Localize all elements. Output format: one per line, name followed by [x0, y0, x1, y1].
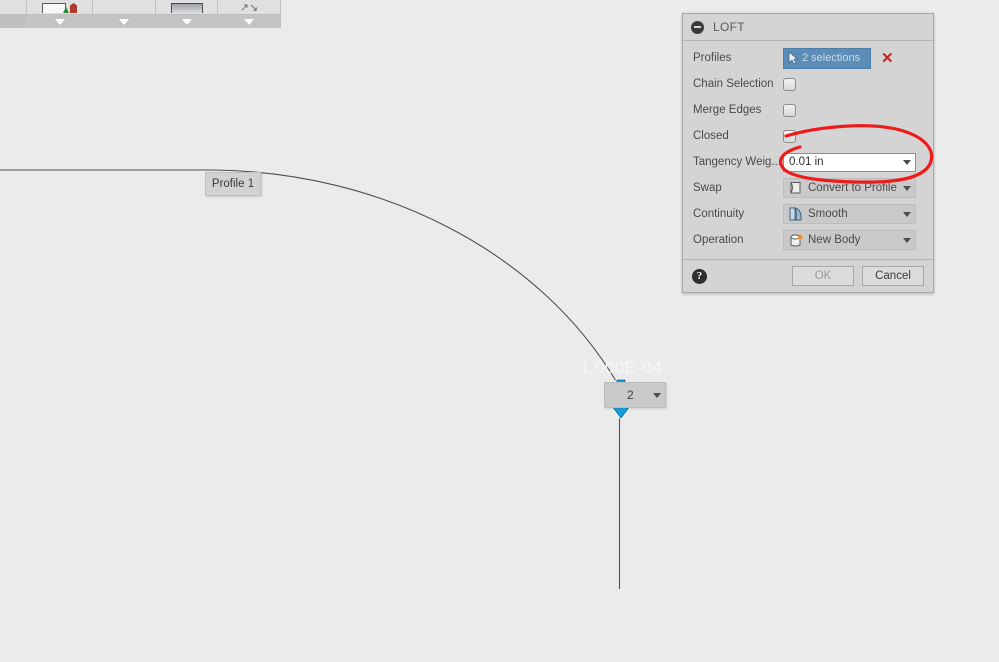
application-window: ↗↘ Profile 1 1.000E-04 2 LOFT Profiles 2…: [0, 0, 999, 662]
continuity-combo[interactable]: Smooth: [783, 204, 916, 224]
chevron-down-icon: [54, 18, 65, 25]
loft-spline-path: [0, 169, 620, 387]
chevron-down-icon: [902, 185, 911, 191]
cancel-button[interactable]: Cancel: [862, 266, 924, 286]
operation-value: New Body: [808, 234, 861, 246]
chain-selection-checkbox[interactable]: [783, 77, 796, 91]
smooth-continuity-icon: [789, 207, 802, 221]
row-chain-selection: Chain Selection: [683, 71, 933, 97]
dialog-body: Profiles 2 selections ✕ Chain Selection: [683, 41, 933, 259]
tangency-weight-dropdown[interactable]: [898, 159, 915, 165]
dialog-title: LOFT: [713, 20, 745, 34]
operation-combo[interactable]: New Body: [783, 230, 916, 250]
row-label-closed: Closed: [693, 130, 729, 142]
toolbar-sketch-dropdown[interactable]: [27, 14, 92, 28]
toolbar-cell-plane[interactable]: [156, 0, 218, 28]
row-swap: Swap Convert to Profile: [683, 175, 933, 201]
row-label-merge-edges: Merge Edges: [693, 104, 762, 116]
chevron-down-icon: [244, 18, 254, 25]
row-label-operation: Operation: [693, 234, 744, 246]
row-label-profiles: Profiles: [693, 52, 732, 64]
toolbar-cell-inspect[interactable]: ↗↘: [218, 0, 281, 28]
partial-icon: [0, 0, 26, 14]
section-count-stepper[interactable]: 2: [604, 382, 666, 408]
minus-circle-icon[interactable]: [691, 20, 704, 34]
chevron-down-icon: [902, 211, 911, 217]
loft-dialog: LOFT Profiles 2 selections ✕ Chain Selec…: [682, 13, 934, 293]
chevron-down-icon: [181, 18, 192, 25]
ok-button[interactable]: OK: [792, 266, 854, 286]
toolbar-inspect-dropdown[interactable]: [218, 14, 280, 28]
chevron-down-icon: [119, 18, 129, 25]
toolbar-cell-edge[interactable]: [0, 0, 27, 28]
merge-edges-checkbox[interactable]: [783, 103, 796, 117]
swap-dropdown[interactable]: [898, 185, 915, 191]
row-closed: Closed: [683, 123, 933, 149]
dialog-footer: ? OK Cancel: [683, 259, 933, 292]
tangency-weight-value[interactable]: 0.01 in: [784, 156, 898, 168]
closed-checkbox[interactable]: [783, 129, 796, 143]
chevron-down-icon: [653, 392, 661, 398]
toolbar-edge-spacer: [0, 14, 26, 28]
profiles-selection-text: 2 selections: [802, 52, 861, 64]
row-continuity: Continuity Smooth: [683, 201, 933, 227]
modify-icon: [93, 0, 155, 14]
toolbar-cell-modify[interactable]: [93, 0, 156, 28]
new-body-icon: [790, 234, 803, 247]
row-label-chain-selection: Chain Selection: [693, 78, 774, 90]
continuity-value: Smooth: [808, 208, 848, 220]
red-x-icon[interactable]: ✕: [881, 51, 894, 66]
cursor-arrow-icon: [788, 51, 799, 65]
chevron-down-icon: [902, 159, 911, 165]
profile-face-icon: [790, 182, 801, 194]
operation-dropdown[interactable]: [898, 237, 915, 243]
profiles-selection-chip[interactable]: 2 selections: [783, 47, 871, 69]
swap-combo[interactable]: Convert to Profile: [783, 178, 916, 198]
continuity-dropdown[interactable]: [898, 211, 915, 217]
row-tangency-weight: Tangency Weig... 0.01 in: [683, 149, 933, 175]
toolbar-modify-dropdown[interactable]: [93, 14, 155, 28]
section-count-dropdown[interactable]: [649, 392, 665, 398]
toolbar-cell-sketch[interactable]: [27, 0, 93, 28]
inspect-icon: ↗↘: [239, 2, 259, 14]
toolbar-plane-dropdown[interactable]: [156, 14, 217, 28]
dialog-header: LOFT: [683, 14, 933, 41]
profile-1-label: Profile 1: [205, 172, 261, 196]
row-operation: Operation New Body: [683, 227, 933, 253]
row-label-swap: Swap: [693, 182, 722, 194]
row-profiles: Profiles 2 selections ✕: [683, 45, 933, 71]
toolbar: ↗↘: [0, 0, 289, 28]
dimension-value-text: 1.000E-04: [580, 358, 663, 377]
construct-plane-icon: [156, 0, 217, 14]
row-label-continuity: Continuity: [693, 208, 745, 220]
profile-1-label-text: Profile 1: [211, 178, 255, 190]
chevron-down-icon: [902, 237, 911, 243]
row-merge-edges: Merge Edges: [683, 97, 933, 123]
question-mark-icon[interactable]: ?: [692, 268, 707, 284]
swap-value: Convert to Profile: [808, 182, 897, 194]
row-label-tangency-weight: Tangency Weig...: [693, 156, 782, 168]
create-sketch-icon: [27, 0, 92, 14]
section-count-value: 2: [627, 388, 634, 402]
tangency-weight-input[interactable]: 0.01 in: [783, 152, 916, 172]
